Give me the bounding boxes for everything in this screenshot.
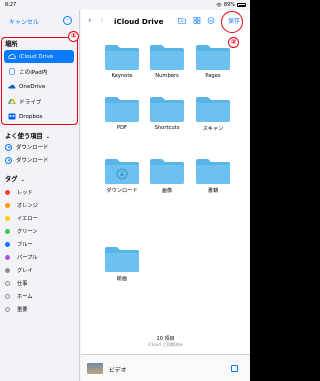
folder-pages[interactable]: Pages xyxy=(193,44,233,82)
battery-percent: 89% xyxy=(223,2,235,8)
sidebar-header: キャンセル ··· xyxy=(0,10,80,28)
item-count: 10 項目 xyxy=(156,336,175,342)
tag-item-important[interactable]: 重要 xyxy=(5,303,79,315)
tag-item-yellow[interactable]: イエロー xyxy=(5,212,79,224)
tag-color-dot xyxy=(5,189,10,195)
tag-label: 重要 xyxy=(17,306,28,313)
page-title: iCloud Drive xyxy=(114,17,164,26)
folder-icon xyxy=(196,97,230,122)
tag-item-red[interactable]: レッド xyxy=(5,186,79,198)
tag-color-dot xyxy=(5,306,10,312)
tag-label: グリーン xyxy=(17,228,38,235)
tag-item-orange[interactable]: オレンジ xyxy=(5,199,79,211)
folder-name: 画像 xyxy=(161,188,173,194)
main-pane: ‹ › iCloud Drive 保存 ② Keynote Numbers Pa… xyxy=(81,10,250,381)
annotation-box-locations xyxy=(1,37,78,125)
annotation-circle-save xyxy=(221,11,243,33)
more-options-button[interactable]: ··· xyxy=(63,16,72,25)
chevron-down-icon: ⌄ xyxy=(45,134,50,140)
bottom-bar: ビデオ xyxy=(81,354,250,381)
folder-numbers[interactable]: Numbers xyxy=(147,44,187,82)
chevron-down-icon: ⌄ xyxy=(20,177,25,183)
folder-icon xyxy=(196,45,230,70)
sidebar-item-downloads[interactable]: ダウンロード xyxy=(5,141,75,153)
tag-label: イエロー xyxy=(17,215,38,222)
ipad-screen: 8:27 89% キャンセル ··· 場所 iCloud Drive このiPa… xyxy=(0,0,250,381)
edit-icon[interactable] xyxy=(231,365,238,372)
folder-icon xyxy=(105,97,139,122)
tag-label: ホーム xyxy=(17,293,33,300)
sidebar: キャンセル ··· 場所 iCloud Drive このiPad内 OneDri… xyxy=(0,10,80,381)
folder-icon xyxy=(150,159,184,184)
download-icon xyxy=(5,143,12,151)
downloads-folder-icon xyxy=(105,159,139,184)
folder-name: Numbers xyxy=(155,73,179,79)
tag-label: グレイ xyxy=(17,267,33,274)
folder-images[interactable]: 画像 xyxy=(147,158,187,196)
folder-pdf[interactable]: PDF xyxy=(102,96,142,134)
new-folder-icon[interactable] xyxy=(178,17,186,24)
tag-label: レッド xyxy=(17,189,33,196)
status-time: 8:27 xyxy=(5,2,17,8)
folder-keynote[interactable]: Keynote xyxy=(102,44,142,82)
tag-color-dot xyxy=(5,254,10,260)
tag-label: オレンジ xyxy=(17,202,38,209)
tag-item-home[interactable]: ホーム xyxy=(5,290,79,302)
sidebar-item-downloads-2[interactable]: ダウンロード xyxy=(5,154,75,166)
folder-paintings[interactable]: 絵画 xyxy=(102,246,142,284)
folder-name: Shortcuts xyxy=(154,125,180,131)
tag-label: 仕事 xyxy=(17,280,28,287)
tag-item-gray[interactable]: グレイ xyxy=(5,264,79,276)
grid-view-icon[interactable] xyxy=(193,17,201,24)
folder-icon xyxy=(196,159,230,184)
tag-item-blue[interactable]: ブルー xyxy=(5,238,79,250)
folder-icon xyxy=(150,97,184,122)
tag-item-green[interactable]: グリーン xyxy=(5,225,79,237)
status-bar: 8:27 89% xyxy=(0,0,250,10)
sync-status: iCloud と同期済み xyxy=(147,342,184,347)
bottom-label: ビデオ xyxy=(109,368,127,374)
back-button[interactable]: ‹ xyxy=(88,16,92,26)
wifi-icon xyxy=(216,3,222,7)
tag-color-dot xyxy=(5,293,10,299)
cancel-button[interactable]: キャンセル xyxy=(9,17,39,26)
tag-item-work[interactable]: 仕事 xyxy=(5,277,79,289)
favorites-section-title[interactable]: よく使う項目 ⌄ xyxy=(5,131,50,140)
battery-icon xyxy=(237,3,246,7)
folder-name: スキャン xyxy=(202,126,224,132)
video-thumbnail xyxy=(87,363,103,374)
sidebar-item-label: ダウンロード xyxy=(16,158,49,164)
folder-scan[interactable]: スキャン xyxy=(193,96,233,134)
tag-color-dot xyxy=(5,241,10,247)
tag-color-dot xyxy=(5,215,10,221)
download-icon xyxy=(5,156,12,164)
tag-item-purple[interactable]: パープル xyxy=(5,251,79,263)
tag-label: パープル xyxy=(17,254,38,261)
folder-icon xyxy=(105,247,139,272)
folder-icon xyxy=(150,45,184,70)
tag-color-dot xyxy=(5,267,10,273)
folder-books[interactable]: 書籍 xyxy=(193,158,233,196)
tags-section-title[interactable]: タグ ⌄ xyxy=(5,174,25,183)
folder-name: 書籍 xyxy=(207,188,219,194)
forward-button[interactable]: › xyxy=(100,16,104,26)
tag-color-dot xyxy=(5,280,10,286)
folder-name: Pages xyxy=(205,73,221,79)
folder-name: 絵画 xyxy=(116,276,128,282)
tag-color-dot xyxy=(5,228,10,234)
folder-downloads[interactable]: ダウンロード xyxy=(102,158,142,196)
sidebar-item-label: ダウンロード xyxy=(16,145,49,151)
folder-icon xyxy=(105,45,139,70)
tag-label: ブルー xyxy=(17,241,33,248)
sort-options-icon[interactable] xyxy=(207,17,215,24)
annotation-number-1: ① xyxy=(68,31,79,42)
folder-shortcuts[interactable]: Shortcuts xyxy=(147,96,187,134)
tag-color-dot xyxy=(5,202,10,208)
